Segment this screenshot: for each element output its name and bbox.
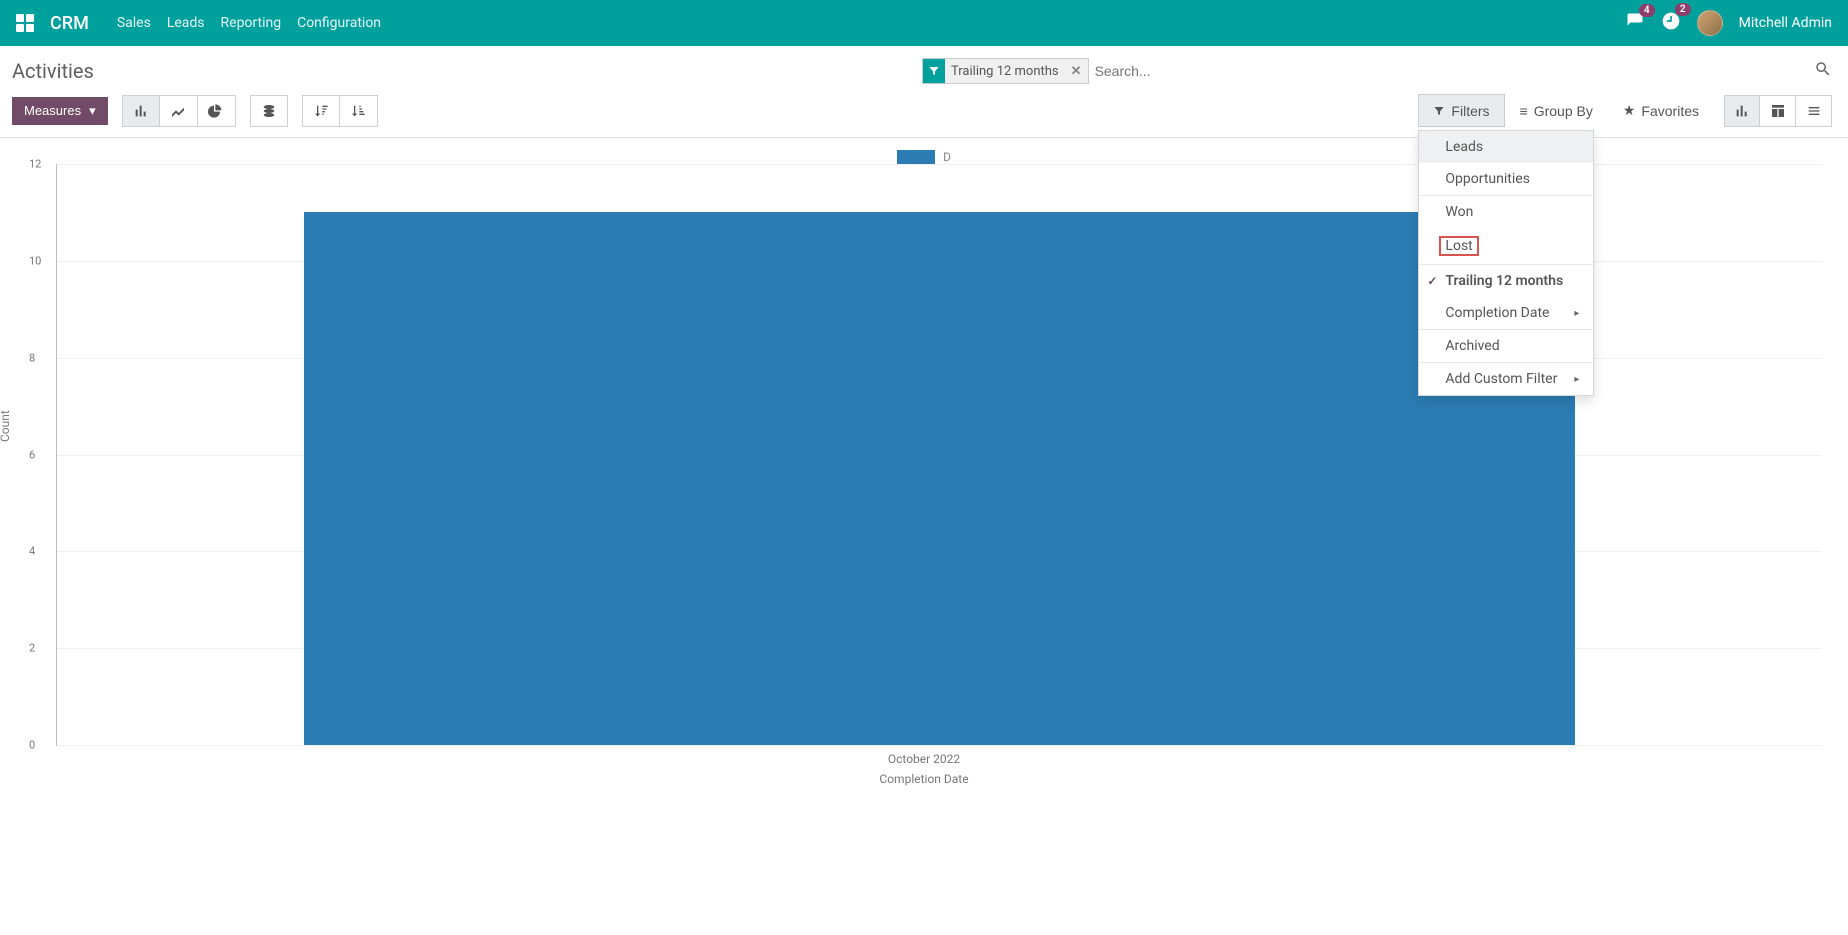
stacked-button[interactable]	[250, 95, 288, 127]
list-icon: ≡	[1520, 103, 1528, 119]
activities-icon[interactable]: 2	[1661, 11, 1681, 35]
chevron-right-icon: ▸	[1574, 308, 1579, 319]
control-panel-top: Activities Trailing 12 months ✕	[12, 58, 1832, 84]
favorites-button[interactable]: ★ Favorites	[1608, 94, 1714, 127]
search-area: Trailing 12 months ✕	[922, 58, 1832, 84]
app-brand[interactable]: CRM	[50, 13, 89, 34]
sort-group	[302, 95, 378, 127]
y-tick: 6	[29, 448, 35, 461]
filters-dropdown: Leads Opportunities Won Lost Trailing 12…	[1418, 130, 1594, 396]
measures-button[interactable]: Measures ▾	[12, 97, 108, 125]
pivot-view-button[interactable]	[1760, 95, 1796, 127]
sort-desc-button[interactable]	[302, 95, 340, 127]
view-switcher	[1724, 95, 1832, 127]
facet-label: Trailing 12 months	[945, 64, 1065, 79]
measures-label: Measures	[24, 103, 81, 118]
messages-icon[interactable]: 4	[1625, 12, 1645, 34]
graph-view-button[interactable]	[1724, 95, 1760, 127]
gridline	[57, 745, 1822, 746]
chat-bubble-icon	[1625, 18, 1645, 34]
search-icon[interactable]	[1814, 60, 1832, 82]
x-tick: October 2022	[16, 752, 1832, 766]
y-tick: 12	[29, 158, 41, 171]
apps-icon[interactable]	[16, 14, 34, 32]
control-panel-bottom: Measures ▾	[12, 94, 1832, 127]
y-tick: 8	[29, 351, 35, 364]
chart-type-group	[122, 95, 236, 127]
filters-button[interactable]: Filters	[1418, 94, 1504, 127]
top-navbar: CRM Sales Leads Reporting Configuration …	[0, 0, 1848, 46]
navbar-right: 4 2 Mitchell Admin	[1625, 10, 1832, 36]
bar-chart-button[interactable]	[122, 95, 160, 127]
caret-down-icon: ▾	[89, 103, 96, 119]
search-input[interactable]	[1089, 59, 1814, 83]
activities-badge: 2	[1675, 3, 1691, 16]
nav-configuration[interactable]: Configuration	[297, 11, 381, 35]
filter-lost[interactable]: Lost	[1419, 228, 1593, 264]
filter-leads[interactable]: Leads	[1419, 131, 1593, 163]
facet-remove-icon[interactable]: ✕	[1065, 64, 1088, 79]
control-panel: Activities Trailing 12 months ✕ Measures…	[0, 46, 1848, 138]
stack-group	[250, 95, 288, 127]
y-tick: 4	[29, 545, 35, 558]
groupby-label: Group By	[1534, 103, 1593, 119]
funnel-icon	[923, 59, 945, 83]
chevron-right-icon: ▸	[1574, 374, 1579, 385]
filter-archived[interactable]: Archived	[1419, 330, 1593, 362]
user-name[interactable]: Mitchell Admin	[1739, 15, 1832, 31]
bar[interactable]	[304, 212, 1575, 745]
legend-label: D	[943, 150, 951, 164]
line-chart-button[interactable]	[160, 95, 198, 127]
messages-badge: 4	[1639, 4, 1655, 17]
star-icon: ★	[1623, 102, 1636, 119]
x-axis-label: Completion Date	[16, 772, 1832, 786]
nav-reporting[interactable]: Reporting	[221, 11, 282, 35]
page-title: Activities	[12, 59, 94, 83]
nav-leads[interactable]: Leads	[167, 11, 205, 35]
filter-add-custom[interactable]: Add Custom Filter ▸	[1419, 363, 1593, 395]
sort-asc-button[interactable]	[340, 95, 378, 127]
y-tick: 0	[29, 739, 35, 752]
filter-completion-date[interactable]: Completion Date ▸	[1419, 297, 1593, 329]
filter-trailing-12-months[interactable]: Trailing 12 months	[1419, 265, 1593, 297]
clock-icon	[1661, 19, 1681, 35]
avatar[interactable]	[1697, 10, 1723, 36]
groupby-button[interactable]: ≡ Group By	[1505, 94, 1608, 127]
filter-won[interactable]: Won	[1419, 196, 1593, 228]
search-options: Filters ≡ Group By ★ Favorites Leads Opp…	[1418, 94, 1714, 127]
y-tick: 2	[29, 642, 35, 655]
filter-opportunities[interactable]: Opportunities	[1419, 163, 1593, 195]
search-facet[interactable]: Trailing 12 months ✕	[922, 58, 1089, 84]
filters-label: Filters	[1451, 103, 1489, 119]
navbar-left: CRM Sales Leads Reporting Configuration	[16, 11, 381, 35]
nav-sales[interactable]: Sales	[117, 11, 151, 35]
pie-chart-button[interactable]	[198, 95, 236, 127]
y-axis-label: Count	[0, 410, 12, 442]
y-tick: 10	[29, 254, 41, 267]
favorites-label: Favorites	[1641, 103, 1699, 119]
list-view-button[interactable]	[1796, 95, 1832, 127]
legend-swatch	[897, 150, 935, 164]
